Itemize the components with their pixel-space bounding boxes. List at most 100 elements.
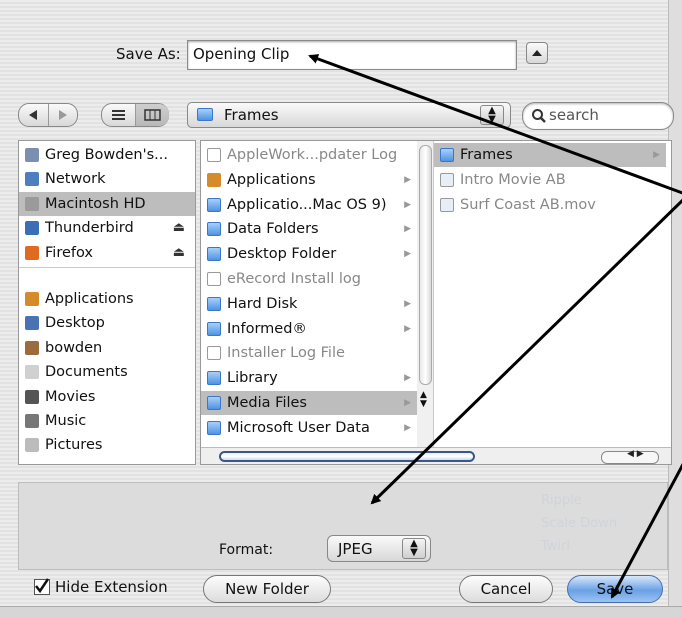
list-item[interactable]: Data Folders ▶ (201, 217, 417, 241)
sidebar-item-label: Pictures (45, 437, 103, 454)
save-as-field[interactable]: Opening Clip (187, 40, 517, 70)
ghost-text-ripple: Ripple (541, 493, 582, 508)
sidebar-item-label: Network (45, 171, 106, 188)
movies-icon (25, 389, 39, 404)
pictures-icon (25, 438, 39, 453)
sidebar-item-network[interactable]: Network (19, 167, 195, 191)
imac-icon (25, 148, 39, 162)
sidebar-item-label: Firefox (45, 244, 93, 261)
sidebar-item-thunderbird[interactable]: Thunderbird ⏏ (19, 216, 195, 240)
back-button[interactable] (19, 104, 49, 126)
forward-button[interactable] (49, 104, 77, 126)
disclosure-arrow-icon: ▶ (404, 398, 411, 408)
list-item[interactable]: Media Files ▶ (201, 391, 417, 415)
eject-icon[interactable]: ⏏ (173, 241, 185, 265)
document-icon (207, 148, 221, 162)
list-item[interactable]: eRecord Install log (201, 267, 417, 291)
list-item-label: Intro Movie AB (460, 171, 566, 188)
disclosure-arrow-icon: ▶ (404, 224, 411, 235)
horizontal-scrollbar[interactable]: ◀ ▶ (201, 447, 671, 464)
sidebar-item-label: Desktop (45, 315, 105, 332)
expand-collapse-button[interactable] (526, 42, 548, 64)
ghost-text-twirl: Twirl (541, 539, 570, 554)
list-item-label: Applicatio...Mac OS 9) (227, 196, 387, 213)
horizontal-scroll-thumb[interactable] (219, 451, 475, 462)
scroll-left-right-arrows[interactable]: ◀ ▶ (627, 449, 644, 459)
sidebar-item-label: Music (45, 413, 87, 429)
music-icon (25, 414, 39, 428)
list-item-label: Library (227, 370, 278, 387)
list-item-label: Informed® (227, 320, 307, 337)
list-item[interactable]: Microsoft User Data ▶ (201, 416, 417, 440)
list-item-label: Hard Disk (227, 295, 298, 312)
sidebar-item-label: Macintosh HD (45, 195, 146, 212)
list-item-label: Applications (227, 171, 316, 188)
list-item[interactable]: Applicatio...Mac OS 9) ▶ (201, 193, 417, 217)
list-item[interactable]: Hard Disk ▶ (201, 292, 417, 316)
format-popup[interactable]: JPEG ▲ ▼ (327, 535, 431, 562)
folder-icon (207, 420, 221, 435)
sidebar-item-greg-bowden-s[interactable]: Greg Bowden's... (19, 143, 195, 167)
sidebar-item-documents[interactable]: Documents (19, 360, 195, 384)
movie-file-icon (440, 172, 454, 187)
list-item-label: Installer Log File (227, 345, 345, 362)
list-item[interactable]: Frames ▶ (434, 143, 666, 167)
back-arrow-icon (29, 110, 37, 120)
location-popup[interactable]: Frames ▲ ▼ (187, 102, 511, 128)
view-mode-buttons (101, 103, 169, 127)
window-edge-bottom (0, 606, 682, 617)
list-item[interactable]: Installer Log File (201, 341, 417, 365)
sidebar-item-applications[interactable]: Applications (19, 287, 195, 311)
column-1-scrollbar[interactable]: ▲ ▼ (417, 141, 434, 447)
hide-extension-label: Hide Extension (55, 578, 168, 596)
sidebar-item-desktop[interactable]: Desktop (19, 311, 195, 335)
sidebar-item-macintosh-hd[interactable]: Macintosh HD (19, 191, 195, 216)
list-item[interactable]: Desktop Folder ▶ (201, 242, 417, 266)
popup-arrows-icon: ▲ ▼ (480, 105, 504, 125)
list-item[interactable]: Surf Coast AB.mov (434, 193, 666, 217)
forward-arrow-icon (59, 110, 67, 120)
disclosure-arrow-icon: ▶ (404, 174, 411, 185)
list-view-icon (112, 110, 125, 120)
folder-icon (207, 321, 221, 336)
folder-icon (440, 148, 454, 162)
save-dialog: Save As: Opening Clip Frames ▲ ▼ search G… (0, 0, 682, 617)
list-item[interactable]: Library ▶ (201, 366, 417, 390)
folder-icon (207, 371, 221, 386)
search-field[interactable]: search (522, 102, 674, 130)
list-view-button[interactable] (102, 104, 136, 126)
column-view-button[interactable] (136, 104, 169, 126)
applications-icon (207, 172, 221, 187)
document-icon (207, 272, 221, 286)
thunderbird-icon (25, 221, 39, 236)
column-view-icon (144, 109, 161, 121)
hide-extension-checkbox[interactable] (34, 578, 50, 595)
search-icon (532, 109, 546, 123)
disclosure-arrow-icon: ▶ (404, 373, 411, 384)
sidebar-item-music[interactable]: Music (19, 409, 195, 433)
list-item[interactable]: AppleWork...pdater Log (201, 143, 417, 167)
list-item[interactable]: Informed® ▶ (201, 317, 417, 341)
folder-icon (207, 396, 221, 410)
sidebar-item-pictures[interactable]: Pictures (19, 433, 195, 457)
column-1-scroll-thumb[interactable] (419, 145, 432, 385)
list-item[interactable]: Applications ▶ (201, 168, 417, 192)
disclosure-arrow-icon: ▶ (653, 150, 660, 160)
list-item-label: AppleWork...pdater Log (227, 147, 398, 163)
search-placeholder: search (549, 106, 599, 124)
sidebar-item-movies[interactable]: Movies (19, 385, 195, 409)
save-as-label: Save As: (116, 45, 181, 63)
list-item[interactable]: Intro Movie AB (434, 168, 666, 192)
checkmark-icon (35, 578, 50, 594)
eject-icon[interactable]: ⏏ (173, 216, 185, 240)
sidebar-item-firefox[interactable]: Firefox ⏏ (19, 241, 195, 265)
sidebar-item-bowden[interactable]: bowden (19, 336, 195, 360)
desktop-icon (25, 316, 39, 331)
save-button[interactable]: Save (567, 575, 663, 603)
disclosure-arrow-icon: ▶ (404, 249, 411, 260)
cancel-button[interactable]: Cancel (459, 575, 553, 603)
sidebar-divider (19, 267, 195, 268)
column-1-scroll-arrows[interactable]: ▲ ▼ (420, 391, 427, 409)
new-folder-button[interactable]: New Folder (203, 575, 331, 603)
format-label: Format: (219, 542, 274, 558)
